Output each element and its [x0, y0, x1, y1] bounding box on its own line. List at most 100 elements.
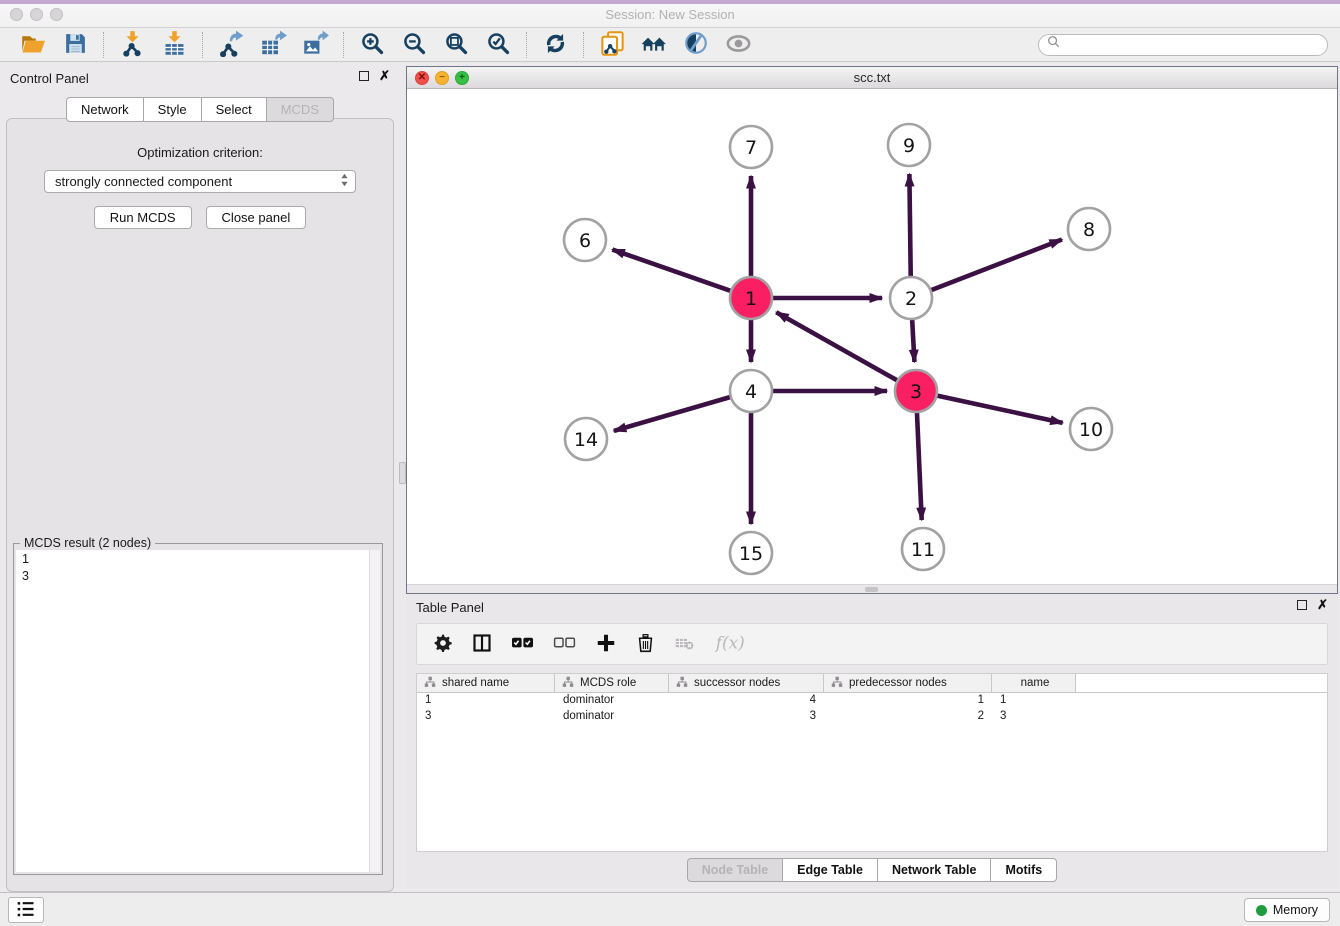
table-cell[interactable]: dominator	[555, 693, 669, 709]
graph-node-6[interactable]: 6	[564, 219, 606, 261]
search-input[interactable]	[1066, 38, 1327, 52]
column-header-shared-name[interactable]: shared name	[417, 674, 555, 692]
edge-1-6[interactable]	[612, 250, 731, 292]
control-tab-style[interactable]: Style	[143, 97, 201, 122]
edge-4-14[interactable]	[614, 397, 731, 431]
graph-node-7[interactable]: 7	[730, 126, 772, 168]
column-header-predecessor-nodes[interactable]: predecessor nodes	[824, 674, 992, 692]
network-canvas[interactable]: 7 9 6 8 1 2 4 3 14 10 15 11	[407, 89, 1337, 584]
table-cell[interactable]: 3	[417, 709, 555, 725]
open-file-button[interactable]	[12, 30, 54, 60]
control-panel-float-icon[interactable]	[359, 71, 369, 81]
table-tab-edge-table[interactable]: Edge Table	[782, 858, 877, 882]
table-cell[interactable]: 1	[992, 693, 1076, 709]
edge-2-8[interactable]	[931, 239, 1062, 290]
edge-3-11[interactable]	[917, 412, 922, 520]
mcds-result-area[interactable]: 1 3	[16, 550, 380, 872]
close-panel-button[interactable]: Close panel	[206, 206, 307, 229]
import-table-icon	[161, 30, 188, 60]
table-tab-node-table[interactable]: Node Table	[687, 858, 782, 882]
export-table-icon	[260, 30, 287, 60]
zoom-in-button[interactable]	[351, 30, 393, 60]
show-graphics-details-button[interactable]	[675, 30, 717, 60]
toggle-panes-button[interactable]	[472, 633, 492, 656]
network-horizontal-scrollbar-thumb[interactable]	[865, 587, 878, 592]
column-header-name[interactable]: name	[992, 674, 1076, 692]
import-table-button[interactable]	[153, 30, 195, 60]
column-header-filler	[1076, 674, 1327, 692]
table-cell[interactable]: 2	[824, 709, 992, 725]
table-tab-network-table[interactable]: Network Table	[877, 858, 991, 882]
graph-node-3[interactable]: 3	[895, 370, 937, 412]
export-network-button[interactable]	[210, 30, 252, 60]
network-window-titlebar[interactable]: ✕ − + scc.txt	[407, 67, 1337, 89]
edge-2-9[interactable]	[909, 174, 910, 277]
run-mcds-button[interactable]: Run MCDS	[94, 206, 192, 229]
task-history-button[interactable]	[8, 897, 44, 923]
graph-node-label: 15	[739, 543, 763, 565]
table-cell[interactable]: dominator	[555, 709, 669, 725]
table-cell[interactable]: 3	[669, 709, 824, 725]
control-tab-network[interactable]: Network	[66, 97, 143, 122]
control-panel-close-icon[interactable]: ✗	[379, 71, 390, 81]
optimization-criterion-label: Optimization criterion:	[7, 145, 393, 160]
show-hide-panel-button[interactable]	[717, 30, 759, 60]
graph-node-label: 14	[574, 429, 598, 451]
control-tab-select[interactable]: Select	[201, 97, 266, 122]
column-header-MCDS-role[interactable]: MCDS role	[555, 674, 669, 692]
graph-node-2[interactable]: 2	[890, 277, 932, 319]
table-row[interactable]: 1dominator411	[417, 693, 1327, 709]
table-row[interactable]: 3dominator323	[417, 709, 1327, 725]
settings-gear-button[interactable]	[433, 633, 453, 656]
save-session-button[interactable]	[54, 30, 96, 60]
graph-node-15[interactable]: 15	[730, 532, 772, 574]
graph-node-14[interactable]: 14	[565, 418, 607, 460]
table-tab-motifs[interactable]: Motifs	[990, 858, 1057, 882]
table-panel-float-icon[interactable]	[1297, 600, 1307, 610]
graph-node-label: 10	[1079, 419, 1103, 441]
graph-node-label: 8	[1083, 219, 1095, 241]
zoom-selected-button[interactable]	[477, 30, 519, 60]
edge-2-3[interactable]	[912, 319, 914, 362]
import-network-button[interactable]	[111, 30, 153, 60]
zoom-fit-content-button[interactable]	[435, 30, 477, 60]
graph-node-8[interactable]: 8	[1068, 208, 1110, 250]
refresh-view-button[interactable]	[534, 30, 576, 60]
application-window: { "window": { "title": "Session: New Ses…	[0, 0, 1340, 926]
table-cell[interactable]: 1	[824, 693, 992, 709]
graph-node-9[interactable]: 9	[888, 124, 930, 166]
export-image-button[interactable]	[294, 30, 336, 60]
control-tab-mcds[interactable]: MCDS	[266, 97, 334, 122]
zoom-out-button[interactable]	[393, 30, 435, 60]
edge-3-10[interactable]	[937, 395, 1063, 422]
deselect-all-button[interactable]	[553, 632, 576, 656]
search-field[interactable]	[1038, 34, 1328, 56]
graph-node-1[interactable]: 1	[730, 277, 772, 319]
select-all-icon	[511, 632, 534, 656]
criterion-select[interactable]: strongly connected component	[44, 170, 356, 193]
column-header-successor-nodes[interactable]: successor nodes	[669, 674, 824, 692]
delete-column-button[interactable]	[636, 632, 655, 657]
panel-splitter-handle[interactable]	[399, 462, 406, 484]
mcds-result-scrollbar[interactable]	[369, 550, 380, 872]
add-column-button[interactable]	[595, 632, 617, 657]
graph-node-10[interactable]: 10	[1070, 408, 1112, 450]
table-cell[interactable]: 1	[417, 693, 555, 709]
table-panel-close-icon[interactable]: ✗	[1317, 600, 1328, 610]
memory-button[interactable]: Memory	[1244, 898, 1330, 922]
graph-node-4[interactable]: 4	[730, 370, 772, 412]
graph-node-label: 7	[745, 137, 757, 159]
table-cell[interactable]: 3	[992, 709, 1076, 725]
network-horizontal-scrollbar[interactable]	[407, 584, 1337, 593]
graph-node-11[interactable]: 11	[902, 528, 944, 570]
export-table-button[interactable]	[252, 30, 294, 60]
control-panel-title: Control Panel	[10, 71, 89, 86]
clone-network-icon	[599, 30, 626, 60]
mcds-result-title: MCDS result (2 nodes)	[20, 536, 155, 550]
clone-network-button[interactable]	[591, 30, 633, 60]
apply-layout-button[interactable]	[633, 30, 675, 60]
select-all-button[interactable]	[511, 632, 534, 656]
zoom-fit-content-icon	[444, 31, 469, 59]
edge-3-1[interactable]	[776, 312, 897, 380]
table-cell[interactable]: 4	[669, 693, 824, 709]
